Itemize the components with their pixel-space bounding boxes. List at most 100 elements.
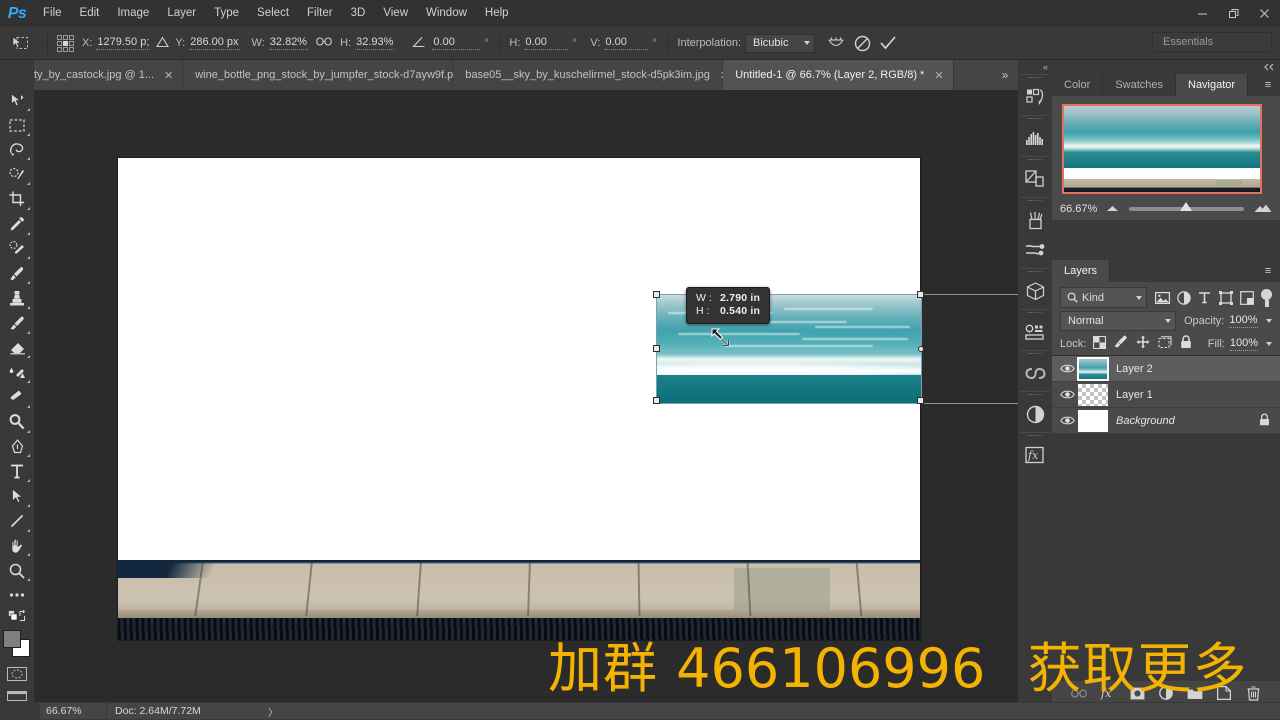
color-swatches[interactable] — [3, 629, 31, 658]
document-tab[interactable]: base05__sky_by_kuschelirmel_stock-d5pk3i… — [453, 60, 729, 90]
transform-handle-top-right[interactable] — [917, 291, 924, 298]
layer-row[interactable]: Background — [1052, 408, 1280, 434]
lock-position-icon[interactable] — [1136, 335, 1150, 352]
layer-visibility-icon[interactable] — [1056, 389, 1078, 400]
move-tool[interactable] — [2, 88, 32, 113]
link-icon[interactable] — [316, 36, 332, 50]
eyedropper-tool[interactable] — [2, 212, 32, 237]
adjustment-layers-filter-icon[interactable] — [1174, 288, 1193, 307]
hand-tool[interactable] — [2, 534, 32, 559]
layer-visibility-icon[interactable] — [1056, 415, 1078, 426]
layer-name[interactable]: Background — [1116, 415, 1175, 427]
tab-navigator[interactable]: Navigator — [1176, 74, 1249, 96]
panel-grip[interactable] — [1028, 394, 1042, 398]
dodge-tool[interactable] — [2, 410, 32, 435]
dock-collapse-icon[interactable] — [1052, 60, 1280, 74]
panel-grip[interactable] — [1028, 77, 1042, 81]
skew-h-input[interactable]: 0.00 — [524, 36, 569, 50]
filter-kind-select[interactable]: Kind — [1060, 287, 1147, 308]
menu-help[interactable]: Help — [476, 0, 518, 27]
panel-grip[interactable] — [1028, 200, 1042, 204]
panel-grip[interactable] — [1028, 312, 1042, 316]
zoom-out-icon[interactable] — [1106, 203, 1119, 215]
brush-settings-icon[interactable] — [1020, 235, 1050, 265]
brush-tool[interactable] — [2, 261, 32, 286]
reference-point-grid[interactable] — [57, 34, 74, 52]
zoom-tool[interactable] — [2, 558, 32, 583]
default-colors-icon[interactable] — [2, 608, 32, 626]
commit-transform-icon[interactable] — [875, 31, 901, 55]
menu-view[interactable]: View — [374, 0, 417, 27]
foreground-color-swatch[interactable] — [3, 629, 21, 648]
zoom-in-icon[interactable] — [1254, 203, 1272, 216]
close-icon[interactable]: ✕ — [934, 69, 943, 82]
y-input[interactable]: 286.00 px — [189, 36, 240, 50]
history-icon[interactable] — [1020, 82, 1050, 112]
3d-icon[interactable] — [1020, 276, 1050, 306]
panel-grip[interactable] — [1028, 435, 1042, 439]
navigator-zoom-knob[interactable] — [1179, 202, 1192, 211]
layer-thumbnail[interactable] — [1078, 383, 1108, 406]
histogram-icon[interactable] — [1020, 123, 1050, 153]
status-zoom-value[interactable]: 66.67% — [40, 703, 106, 719]
menu-window[interactable]: Window — [417, 0, 476, 27]
menu-edit[interactable]: Edit — [71, 0, 109, 27]
minimize-button[interactable] — [1187, 0, 1218, 27]
menu-3d[interactable]: 3D — [342, 0, 375, 27]
layers-panel-menu-icon[interactable]: ≡ — [1256, 260, 1280, 282]
restore-button[interactable] — [1218, 0, 1249, 27]
clone-stamp-tool[interactable] — [2, 286, 32, 311]
properties-icon[interactable] — [1020, 164, 1050, 194]
navigator-thumbnail[interactable] — [1062, 104, 1262, 194]
h-input[interactable]: 32.93% — [355, 36, 395, 50]
spot-healing-brush-tool[interactable] — [2, 237, 32, 262]
canvas-area[interactable]: W : 2.790 in H : 0.540 in — [34, 90, 1018, 702]
navigator-zoom-slider[interactable] — [1129, 202, 1244, 211]
warp-mode-icon[interactable] — [823, 31, 849, 55]
panel-grip[interactable] — [1028, 118, 1042, 122]
lasso-tool[interactable] — [2, 138, 32, 163]
blend-mode-select[interactable]: Normal — [1060, 310, 1176, 331]
panel-grip[interactable] — [1028, 353, 1042, 357]
smart-object-filter-icon[interactable] — [1237, 288, 1256, 307]
interpolation-select[interactable]: Bicubic — [745, 33, 816, 53]
history-brush-tool[interactable] — [2, 311, 32, 336]
tab-color[interactable]: Color — [1052, 74, 1104, 96]
brush-presets-icon[interactable] — [1020, 205, 1050, 235]
w-input[interactable]: 32.82% — [268, 36, 309, 50]
cancel-transform-icon[interactable] — [849, 31, 875, 55]
navigator-thumbnail-wrap[interactable] — [1052, 96, 1280, 198]
close-button[interactable] — [1249, 0, 1280, 27]
crop-tool[interactable] — [2, 187, 32, 212]
layer-thumbnail[interactable] — [1078, 409, 1108, 432]
menu-image[interactable]: Image — [108, 0, 158, 27]
layer-visibility-icon[interactable] — [1056, 363, 1078, 374]
layer-name[interactable]: Layer 2 — [1116, 363, 1153, 375]
lock-image-pixels-icon[interactable] — [1114, 335, 1128, 352]
layer-thumbnail[interactable] — [1077, 356, 1109, 381]
screen-mode-icon[interactable] — [6, 687, 28, 705]
menu-select[interactable]: Select — [248, 0, 298, 27]
opacity-chevron-down-icon[interactable] — [1265, 318, 1272, 323]
workspace-selector[interactable]: Essentials — [1152, 32, 1272, 52]
fill-value[interactable]: 100% — [1229, 337, 1258, 351]
menu-filter[interactable]: Filter — [298, 0, 342, 27]
layer-row[interactable]: Layer 2 — [1052, 356, 1280, 382]
adjustments-icon[interactable] — [1020, 399, 1050, 429]
layer-name[interactable]: Layer 1 — [1116, 389, 1153, 401]
angle-icon[interactable] — [412, 36, 426, 51]
navigator-panel-menu-icon[interactable]: ≡ — [1256, 74, 1280, 96]
tab-layers[interactable]: Layers — [1052, 260, 1111, 282]
line-shape-tool[interactable] — [2, 509, 32, 534]
delta-icon[interactable] — [156, 35, 170, 51]
close-icon[interactable]: ✕ — [164, 69, 173, 82]
transform-handle-bottom-left[interactable] — [653, 397, 660, 404]
document-tab-active[interactable]: Untitled-1 @ 66.7% (Layer 2, RGB/8) * ✕ — [723, 60, 954, 90]
transform-handle-bottom-right[interactable] — [917, 397, 924, 404]
move-transform-icon[interactable] — [6, 31, 34, 55]
opacity-value[interactable]: 100% — [1229, 314, 1258, 328]
status-expand-icon[interactable]: 〉 — [268, 704, 278, 719]
transform-handle-top-left[interactable] — [653, 291, 660, 298]
panel-grip[interactable] — [1028, 271, 1042, 275]
edit-toolbar-icon[interactable] — [2, 583, 32, 608]
